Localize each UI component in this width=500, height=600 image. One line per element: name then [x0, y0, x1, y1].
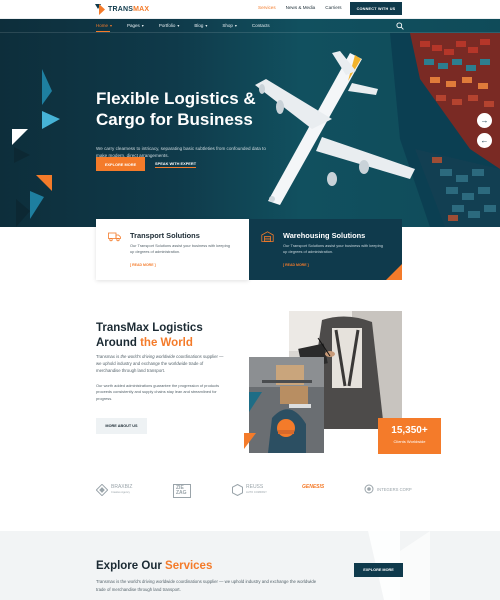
read-more-link[interactable]: [ READ MORE ] — [283, 263, 309, 267]
read-more-label: READ MORE — [285, 263, 307, 267]
brand-logo-reuss[interactable]: REUSS AUTO COMPANY — [232, 484, 267, 496]
nav-label-home: Home — [96, 23, 109, 28]
brand-name: GENESIS — [302, 484, 325, 490]
nav-item-blog[interactable]: Blog ▾ — [194, 23, 207, 28]
worker-tablet-image — [289, 311, 402, 429]
arrow-right-icon: → — [480, 116, 489, 125]
explore-title-plain: Explore Our — [96, 560, 162, 572]
page: TRANSMAX Services News & Media Carriers … — [0, 0, 500, 600]
main-nav: Home ▾ Pages ▾ Portfolio ▾ Blog ▾ Shop ▾ Cont… — [0, 19, 500, 33]
logo-icon — [95, 4, 105, 15]
brand-logo-braxbiz[interactable]: BRAXBIZ Creative Agency — [96, 484, 132, 496]
slider-prev-button[interactable]: ← — [477, 133, 492, 148]
service-card-transport[interactable]: Transport Solutions Our Transport Soluti… — [96, 219, 249, 280]
brand-name: INTEGERS CORP — [377, 486, 412, 492]
nav-item-pages[interactable]: Pages ▾ — [127, 23, 144, 28]
toplink-news-media[interactable]: News & Media — [286, 5, 316, 10]
read-more-label: READ MORE — [132, 263, 154, 267]
brand-logo-genesis[interactable]: GENESIS — [302, 484, 324, 490]
search-icon[interactable] — [396, 22, 404, 30]
explore-title: Explore Our Services — [96, 560, 212, 572]
toplink-services[interactable]: Services — [258, 5, 276, 10]
nav-item-portfolio[interactable]: Portfolio ▾ — [159, 23, 180, 28]
about-title-highlight: the World — [140, 337, 193, 349]
about-p1-italic: the world's driving worldwide coordinati… — [120, 354, 202, 359]
arrow-left-icon: ← — [480, 136, 489, 145]
circle-icon — [364, 484, 374, 494]
nav-active-indicator — [96, 31, 110, 32]
service-text: Our Transport Solutions assist your busi… — [130, 243, 230, 254]
explore-more-button[interactable]: EXPLORE MORE — [96, 157, 145, 171]
nav-label-portfolio: Portfolio — [158, 23, 176, 28]
chevron-down-icon: ▾ — [110, 23, 113, 28]
nav-label-pages: Pages — [127, 23, 140, 28]
about-title-plain: Around — [96, 337, 137, 349]
top-links: Services News & Media Carriers — [258, 5, 342, 10]
nav-item-home[interactable]: Home ▾ — [96, 23, 112, 28]
brand-text: BRAXBIZ Creative Agency — [111, 485, 132, 495]
about-p1-pre: Transmax is — [96, 354, 121, 359]
chevron-down-icon: ▾ — [141, 23, 144, 28]
brand-sub: AUTO COMPANY — [246, 491, 267, 494]
hero-title: Flexible Logistics & Cargo for Business — [96, 89, 256, 129]
about-paragraph-1: Transmax is the world's driving worldwid… — [96, 354, 228, 374]
warehouse-worker-image — [249, 357, 324, 453]
service-title: Warehousing Solutions — [283, 231, 366, 240]
service-text: Our Transport Solutions assist your busi… — [283, 243, 383, 254]
service-card-warehousing[interactable]: Warehousing Solutions Our Transport Solu… — [249, 219, 402, 280]
corner-accent — [386, 264, 402, 280]
about-title: TransMax Logistics Around the World — [96, 321, 236, 351]
airplane-image — [255, 51, 415, 205]
nav-label-blog: Blog — [194, 23, 204, 28]
about-paragraph-2: Our worth added administrations guarante… — [96, 383, 220, 401]
toplink-carriers[interactable]: Carriers — [325, 5, 341, 10]
explore-description: Transmax is the world's driving worldwid… — [96, 579, 317, 592]
chevron-down-icon: ▾ — [205, 23, 208, 28]
stat-number: 15,350+ — [391, 425, 428, 436]
boxed-text-icon: ZIE ZAG — [173, 484, 191, 498]
clients-stat-box: 15,350+ Clients Worldwide — [378, 418, 441, 454]
nav-label-shop: Shop — [222, 23, 233, 28]
explore-title-highlight: Services — [165, 560, 213, 572]
speak-with-expert-link[interactable]: SPEAK WITH EXPERT — [155, 161, 197, 168]
brand-logo-integers[interactable]: INTEGERS CORP — [364, 484, 412, 494]
warehouse-icon — [261, 231, 274, 242]
brand-text: REUSS AUTO COMPANY — [246, 485, 267, 495]
more-about-us-button[interactable]: MORE ABOUT US — [96, 418, 147, 434]
truck-icon — [108, 232, 121, 242]
top-bar: TRANSMAX Services News & Media Carriers … — [0, 0, 500, 19]
hexagon-icon — [232, 484, 243, 496]
cargo-ship-image — [390, 33, 500, 227]
decorative-shapes — [12, 69, 60, 227]
chevron-down-icon: ▾ — [177, 23, 180, 28]
read-more-link[interactable]: [ READ MORE ] — [130, 263, 156, 267]
logo[interactable]: TRANSMAX — [95, 4, 149, 15]
hero: Home ▾ Pages ▾ Portfolio ▾ Blog ▾ Shop ▾ Cont… — [0, 19, 500, 227]
stat-label: Clients Worldwide — [393, 439, 426, 444]
brand-logo-ziezag[interactable]: ZIE ZAG — [173, 484, 191, 498]
about-title-line2: Around the World — [96, 336, 236, 351]
chevron-down-icon: ▾ — [234, 23, 237, 28]
nav-label-contacts: Contacts — [251, 23, 270, 28]
brand-sub: Creative Agency — [111, 491, 130, 494]
logo-text: TRANSMAX — [108, 6, 150, 13]
explore-more-button-2[interactable]: EXPLORE MORE — [354, 563, 403, 577]
nav-menu: Home ▾ Pages ▾ Portfolio ▾ Blog ▾ Shop ▾ Cont… — [96, 23, 270, 28]
connect-with-us-button[interactable]: CONNECT WITH US — [350, 2, 402, 15]
nav-item-contacts[interactable]: Contacts — [252, 23, 270, 28]
nav-item-shop[interactable]: Shop ▾ — [222, 23, 237, 28]
diamond-icon — [96, 484, 108, 496]
service-title: Transport Solutions — [130, 231, 200, 240]
about-title-line1: TransMax Logistics — [96, 322, 203, 334]
slider-next-button[interactable]: → — [477, 113, 492, 128]
